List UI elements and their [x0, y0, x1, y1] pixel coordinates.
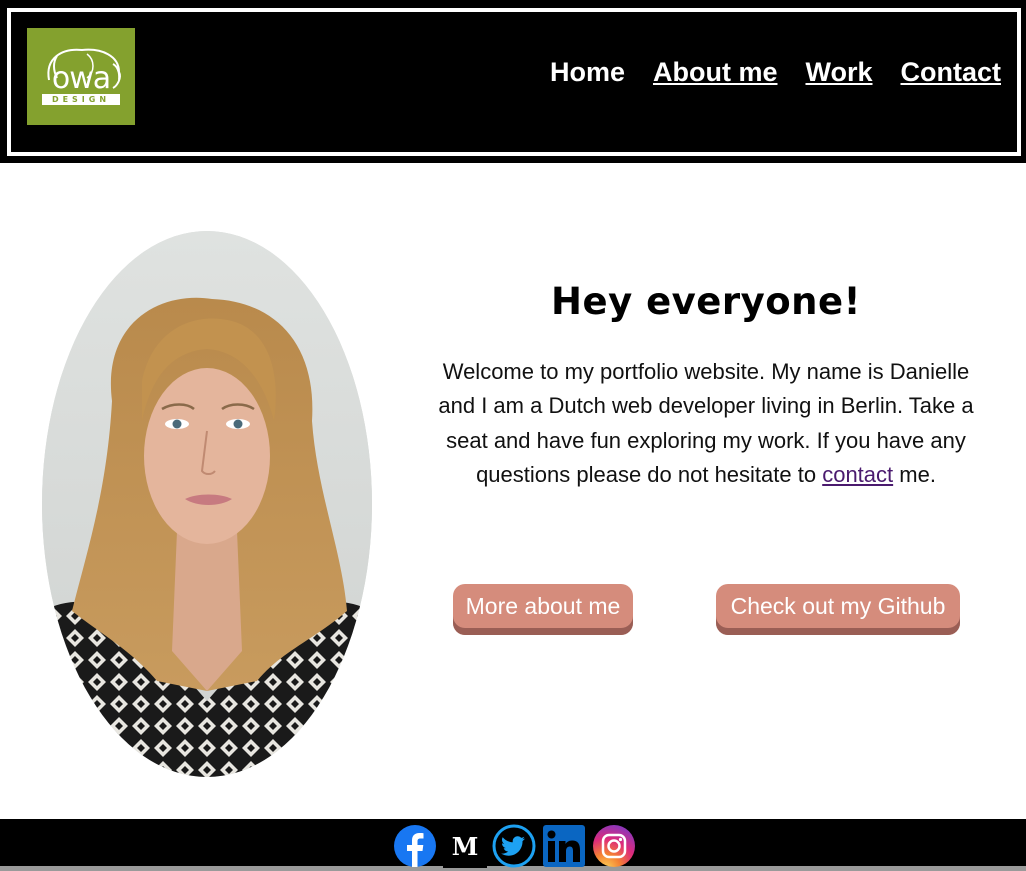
contact-link[interactable]: contact [822, 462, 893, 487]
profile-photo [42, 231, 372, 777]
logo-wordmark: owa [51, 61, 111, 96]
nav-contact[interactable]: Contact [901, 56, 1002, 88]
hero-title: Hey everyone! [551, 280, 861, 323]
site-header: owa DESIGN Home About me Work Contact [0, 0, 1026, 163]
logo[interactable]: owa DESIGN [27, 28, 135, 125]
hero-intro-text: Welcome to my portfolio website. My name… [425, 355, 987, 492]
instagram-icon[interactable] [592, 824, 636, 868]
nav-work[interactable]: Work [805, 56, 872, 88]
svg-text:M: M [452, 832, 479, 861]
github-button[interactable]: Check out my Github [716, 584, 960, 635]
nav-home[interactable]: Home [550, 56, 625, 88]
linkedin-icon[interactable] [542, 824, 586, 868]
more-about-me-button[interactable]: More about me [453, 584, 633, 635]
intro-text-end: me. [893, 461, 936, 487]
twitter-icon[interactable] [492, 824, 536, 868]
nav-about-me[interactable]: About me [653, 56, 778, 88]
facebook-icon[interactable] [393, 824, 437, 868]
medium-icon[interactable]: M [443, 824, 487, 868]
main-nav: Home About me Work Contact [550, 56, 1001, 88]
logo-subtext: DESIGN [42, 94, 120, 105]
